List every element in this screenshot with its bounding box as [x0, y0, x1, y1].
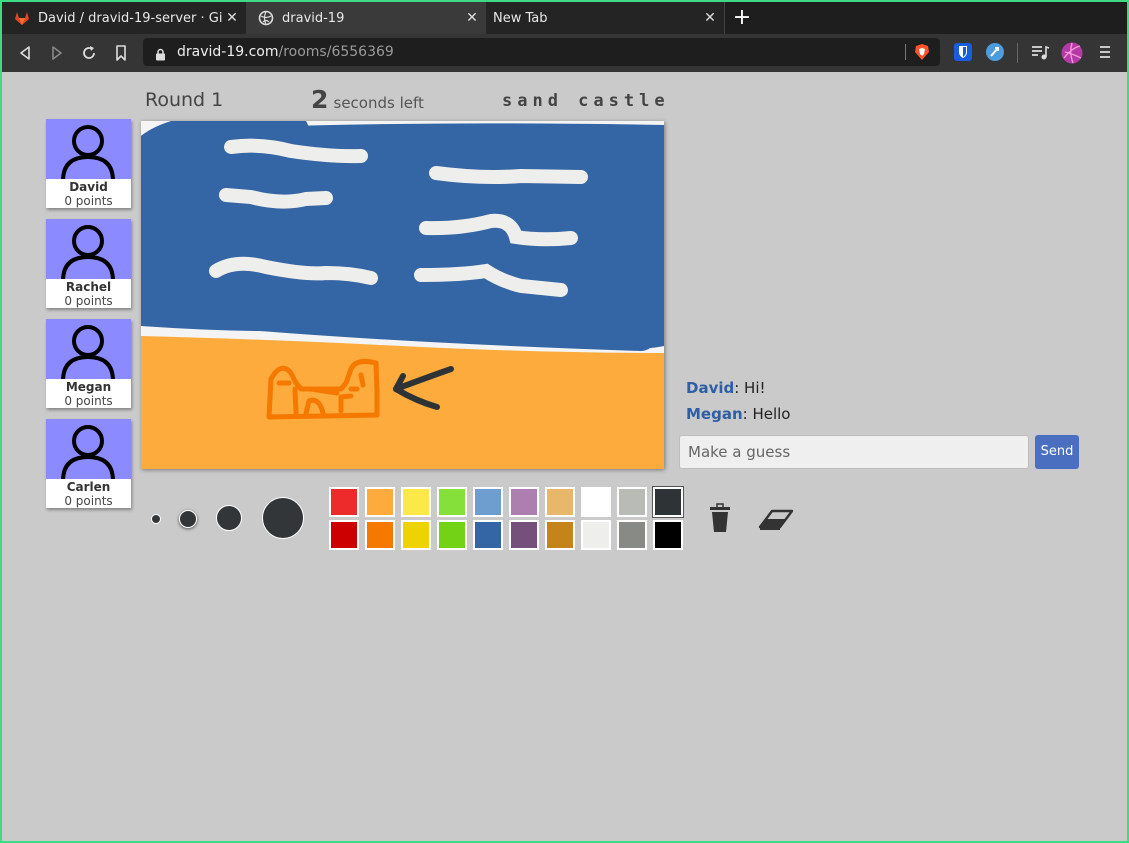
player-points: 0 points: [64, 194, 113, 208]
person-icon: [61, 225, 115, 279]
seconds-left-label: seconds left: [333, 94, 424, 112]
brush-size-large[interactable]: [216, 505, 242, 531]
chat-message: Megan: Hello: [686, 401, 790, 427]
url-text: dravid-19.com/rooms/6556369: [177, 44, 394, 60]
guess-input[interactable]: [679, 435, 1029, 469]
color-swatch[interactable]: [437, 520, 467, 550]
tab-label: dravid-19: [282, 10, 345, 26]
color-swatch[interactable]: [329, 487, 359, 517]
word-to-draw: sand castle: [502, 91, 670, 111]
color-swatch[interactable]: [617, 487, 647, 517]
color-swatch[interactable]: [401, 487, 431, 517]
extension-icon[interactable]: [985, 42, 1007, 64]
brush-size-medium[interactable]: [179, 510, 197, 528]
eraser-icon[interactable]: [758, 505, 794, 535]
player-card: Rachel 0 points: [46, 219, 131, 308]
lock-icon: [155, 46, 166, 65]
chat-author: Megan: [686, 405, 743, 423]
send-button[interactable]: Send: [1035, 435, 1079, 469]
color-swatch[interactable]: [329, 520, 359, 550]
color-swatch[interactable]: [473, 520, 503, 550]
color-swatch[interactable]: [653, 487, 683, 517]
player-name: David: [69, 180, 108, 194]
new-tab-button[interactable]: +: [730, 6, 754, 30]
player-card: David 0 points: [46, 119, 131, 208]
reload-icon[interactable]: [79, 43, 99, 63]
player-points: 0 points: [64, 494, 113, 508]
player-card: Megan 0 points: [46, 319, 131, 408]
player-name: Carlen: [66, 480, 111, 494]
brush-size-extra-large[interactable]: [262, 497, 304, 539]
person-icon: [61, 425, 115, 479]
tab-label: David / dravid-19-server · GitLab: [38, 10, 222, 26]
close-icon[interactable]: ✕: [462, 10, 482, 26]
trash-icon[interactable]: [707, 503, 733, 537]
tab-dravid[interactable]: dravid-19 ✕: [246, 2, 486, 34]
player-points: 0 points: [64, 394, 113, 408]
chat-text: : Hello: [742, 405, 791, 423]
color-swatch[interactable]: [365, 487, 395, 517]
round-label: Round 1: [145, 89, 224, 111]
divider: [1017, 43, 1018, 63]
avatar: [46, 419, 131, 479]
url-path: /rooms/6556369: [278, 44, 394, 60]
color-swatch[interactable]: [437, 487, 467, 517]
close-icon[interactable]: ✕: [700, 10, 720, 26]
divider: [905, 44, 906, 60]
drawing-canvas[interactable]: [141, 121, 664, 469]
color-swatch[interactable]: [509, 487, 539, 517]
drawing: [141, 121, 664, 469]
color-swatch[interactable]: [365, 520, 395, 550]
media-playlist-icon[interactable]: [1030, 42, 1052, 64]
color-swatch[interactable]: [581, 520, 611, 550]
color-swatch[interactable]: [509, 520, 539, 550]
color-swatch[interactable]: [581, 487, 611, 517]
color-swatch[interactable]: [617, 520, 647, 550]
forward-icon[interactable]: [47, 43, 67, 63]
bitwarden-icon[interactable]: [953, 42, 975, 64]
color-swatch[interactable]: [545, 520, 575, 550]
player-card: Carlen 0 points: [46, 419, 131, 508]
profile-avatar-icon[interactable]: [1061, 42, 1083, 64]
browser-window: David / dravid-19-server · GitLab ✕ drav…: [2, 2, 1127, 841]
chat-log: David: Hi! Megan: Hello: [686, 375, 790, 427]
tab-new[interactable]: New Tab ✕: [486, 2, 725, 34]
brush-size-small[interactable]: [151, 514, 161, 524]
seconds-left-value: 2: [311, 85, 329, 114]
tab-label: New Tab: [493, 10, 548, 26]
back-icon[interactable]: [15, 43, 35, 63]
chat-text: : Hi!: [734, 379, 766, 397]
url-domain: dravid-19.com: [177, 44, 279, 60]
avatar: [46, 219, 131, 279]
menu-icon[interactable]: [1095, 42, 1117, 64]
brave-shield-icon[interactable]: [913, 43, 931, 65]
person-icon: [61, 125, 115, 179]
color-swatch[interactable]: [401, 520, 431, 550]
color-swatch[interactable]: [473, 487, 503, 517]
tab-bar: David / dravid-19-server · GitLab ✕ drav…: [2, 2, 1127, 34]
avatar: [46, 319, 131, 379]
player-name: Rachel: [65, 280, 112, 294]
page-content: Round 1 2 seconds left sand castle David…: [2, 72, 1127, 841]
globe-icon: [258, 10, 274, 26]
close-icon[interactable]: ✕: [222, 10, 242, 26]
player-name: Megan: [65, 380, 112, 394]
toolbar: dravid-19.com/rooms/6556369: [2, 34, 1127, 72]
bookmark-icon[interactable]: [111, 43, 131, 63]
chat-message: David: Hi!: [686, 375, 790, 401]
player-points: 0 points: [64, 294, 113, 308]
address-bar[interactable]: dravid-19.com/rooms/6556369: [143, 38, 940, 66]
gitlab-icon: [14, 10, 30, 26]
chat-author: David: [686, 379, 735, 397]
avatar: [46, 119, 131, 179]
timer: 2 seconds left: [311, 85, 424, 114]
color-swatch[interactable]: [653, 520, 683, 550]
tab-gitlab[interactable]: David / dravid-19-server · GitLab ✕: [2, 2, 246, 34]
person-icon: [61, 325, 115, 379]
color-swatch[interactable]: [545, 487, 575, 517]
